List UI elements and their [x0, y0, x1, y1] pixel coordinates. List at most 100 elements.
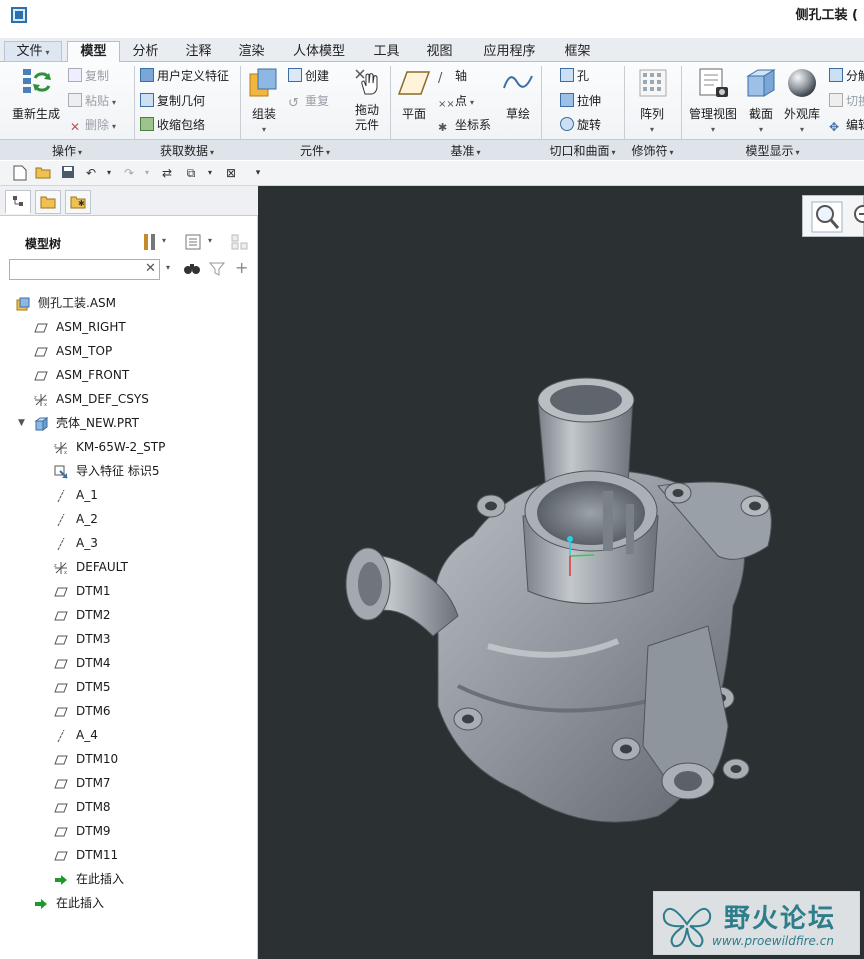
tree-item-label: DTM10 — [76, 752, 119, 766]
show-dropdown-icon[interactable]: ▾ — [208, 236, 212, 245]
create-button[interactable]: 创建 — [288, 66, 329, 86]
udf-button[interactable]: 用户定义特征 — [140, 66, 229, 86]
extrude-button[interactable]: 拉伸 — [560, 91, 601, 111]
axis-button[interactable]: / 轴 — [438, 66, 467, 86]
open-folder-icon[interactable] — [35, 165, 51, 181]
undo-icon[interactable]: ↶ — [83, 165, 99, 181]
save-icon[interactable] — [60, 165, 76, 181]
regenerate-button[interactable]: 重新生成 — [8, 66, 64, 122]
find-binoculars-icon[interactable] — [183, 260, 201, 279]
windows-icon[interactable]: ⧉ — [183, 165, 199, 181]
shrinkwrap-button[interactable]: 收缩包络 — [140, 115, 205, 135]
repeat-button[interactable]: ↺ 重复 — [288, 91, 329, 111]
tab-file[interactable]: 文件 ▾ — [4, 41, 62, 62]
model-tree-search-input[interactable] — [9, 259, 160, 280]
group-cut-surface[interactable]: 切口和曲面 ▾ — [541, 142, 624, 159]
pattern-button[interactable]: 阵列 ▾ — [632, 66, 672, 137]
group-component[interactable]: 元件 ▾ — [240, 142, 390, 159]
tab-analysis[interactable]: 分析 — [123, 41, 168, 62]
drag-component-button[interactable]: 拖动 元件 — [346, 66, 388, 133]
tree-item[interactable]: DTM6 — [0, 700, 258, 722]
assemble-button[interactable]: 组装 ▾ — [244, 66, 284, 137]
search-dropdown-icon[interactable]: ▾ — [166, 263, 170, 272]
revolve-button[interactable]: 旋转 — [560, 115, 601, 135]
pump-housing-model[interactable] — [258, 186, 864, 959]
app-icon[interactable] — [11, 7, 27, 23]
tree-item[interactable]: ▼ 壳体_NEW.PRT — [0, 412, 258, 434]
tab-view[interactable]: 视图 — [417, 41, 462, 62]
tab-annotate[interactable]: 注释 — [176, 41, 221, 62]
favorites-tab-icon[interactable]: ✱ — [65, 190, 91, 214]
undo-dropdown-icon[interactable]: ▾ — [101, 165, 117, 181]
paste-button[interactable]: 粘贴 ▾ — [68, 91, 116, 111]
tree-columns-icon[interactable] — [231, 234, 249, 253]
windows-dropdown-icon[interactable]: ▾ — [202, 165, 218, 181]
tree-item[interactable]: ASM_RIGHT — [0, 316, 258, 338]
customize-toolbar-icon[interactable]: ▾ — [250, 165, 266, 181]
settings-tools-icon[interactable] — [142, 233, 158, 254]
delete-button[interactable]: ✕ 删除 ▾ — [68, 115, 116, 135]
expand-collapse-icon[interactable]: ▼ — [18, 412, 25, 434]
group-datum[interactable]: 基准 ▾ — [390, 142, 541, 159]
tree-item[interactable]: A_1 — [0, 484, 258, 506]
tree-item[interactable]: DTM3 — [0, 628, 258, 650]
tab-model[interactable]: 模型 — [67, 41, 120, 63]
tree-item[interactable]: A_2 — [0, 508, 258, 530]
close-window-icon[interactable]: ⊠ — [223, 165, 239, 181]
toggle-explode-button[interactable]: 切换 — [829, 91, 864, 111]
tree-item[interactable]: z x DEFAULT — [0, 556, 258, 578]
tree-item[interactable]: A_3 — [0, 532, 258, 554]
tree-item[interactable]: 侧孔工装.ASM — [0, 292, 258, 314]
tab-manikin[interactable]: 人体模型 — [282, 41, 356, 62]
tree-item[interactable]: DTM9 — [0, 820, 258, 842]
show-options-icon[interactable] — [185, 234, 201, 253]
filter-icon[interactable] — [208, 261, 226, 280]
copy-geometry-button[interactable]: 复制几何 — [140, 91, 205, 111]
tree-item[interactable]: 在此插入 — [0, 868, 258, 890]
tree-item[interactable]: DTM10 — [0, 748, 258, 770]
add-column-icon[interactable]: + — [235, 258, 248, 277]
group-modifiers[interactable]: 修饰符 ▾ — [624, 142, 681, 159]
tree-item[interactable]: z x KM-65W-2_STP — [0, 436, 258, 458]
folder-browser-tab-icon[interactable] — [35, 190, 61, 214]
tree-item[interactable]: A_4 — [0, 724, 258, 746]
tab-tools[interactable]: 工具 — [364, 41, 409, 62]
tree-item[interactable]: DTM2 — [0, 604, 258, 626]
tree-item[interactable]: DTM11 — [0, 844, 258, 866]
tree-item[interactable]: z x ASM_DEF_CSYS — [0, 388, 258, 410]
manage-views-button[interactable]: 管理视图 ▾ — [686, 66, 740, 137]
clear-search-icon[interactable]: ✕ — [145, 261, 156, 276]
hole-button[interactable]: 孔 — [560, 66, 589, 86]
model-tree-tab-icon[interactable] — [5, 190, 31, 214]
tree-item[interactable]: DTM8 — [0, 796, 258, 818]
tab-render[interactable]: 渲染 — [229, 41, 274, 62]
tree-item[interactable]: ASM_TOP — [0, 340, 258, 362]
tree-item[interactable]: DTM5 — [0, 676, 258, 698]
section-button[interactable]: 截面 ▾ — [744, 66, 778, 137]
point-button[interactable]: ××点 ▾ — [438, 91, 474, 111]
settings-dropdown-icon[interactable]: ▾ — [162, 236, 166, 245]
tree-item[interactable]: DTM4 — [0, 652, 258, 674]
group-get-data[interactable]: 获取数据 ▾ — [134, 142, 240, 159]
regenerate-small-icon[interactable]: ⇄ — [159, 165, 175, 181]
redo-dropdown-icon[interactable]: ▾ — [139, 165, 155, 181]
copy-button[interactable]: 复制 — [68, 66, 109, 86]
new-file-icon[interactable] — [12, 165, 28, 181]
tab-framework[interactable]: 框架 — [555, 41, 600, 62]
tree-item[interactable]: 导入特征 标识5 — [0, 460, 258, 482]
tab-applications[interactable]: 应用程序 — [470, 41, 549, 62]
csys-button[interactable]: ✱ 坐标系 — [438, 115, 491, 135]
graphics-viewport[interactable]: 野火论坛 www.proewildfire.cn — [258, 186, 864, 959]
group-operations[interactable]: 操作 ▾ — [0, 142, 134, 159]
explode-view-button[interactable]: 分解 — [829, 66, 864, 86]
group-model-display[interactable]: 模型显示 ▾ — [681, 142, 864, 159]
redo-icon[interactable]: ↷ — [121, 165, 137, 181]
tree-item[interactable]: DTM7 — [0, 772, 258, 794]
plane-button[interactable]: 平面 — [396, 66, 432, 122]
tree-item[interactable]: DTM1 — [0, 580, 258, 602]
sketch-button[interactable]: 草绘 — [500, 66, 536, 122]
tree-item[interactable]: ASM_FRONT — [0, 364, 258, 386]
tree-item[interactable]: 在此插入 — [0, 892, 258, 914]
appearance-button[interactable]: 外观库 ▾ — [782, 66, 822, 137]
edit-position-button[interactable]: ✥编辑 — [829, 115, 864, 135]
